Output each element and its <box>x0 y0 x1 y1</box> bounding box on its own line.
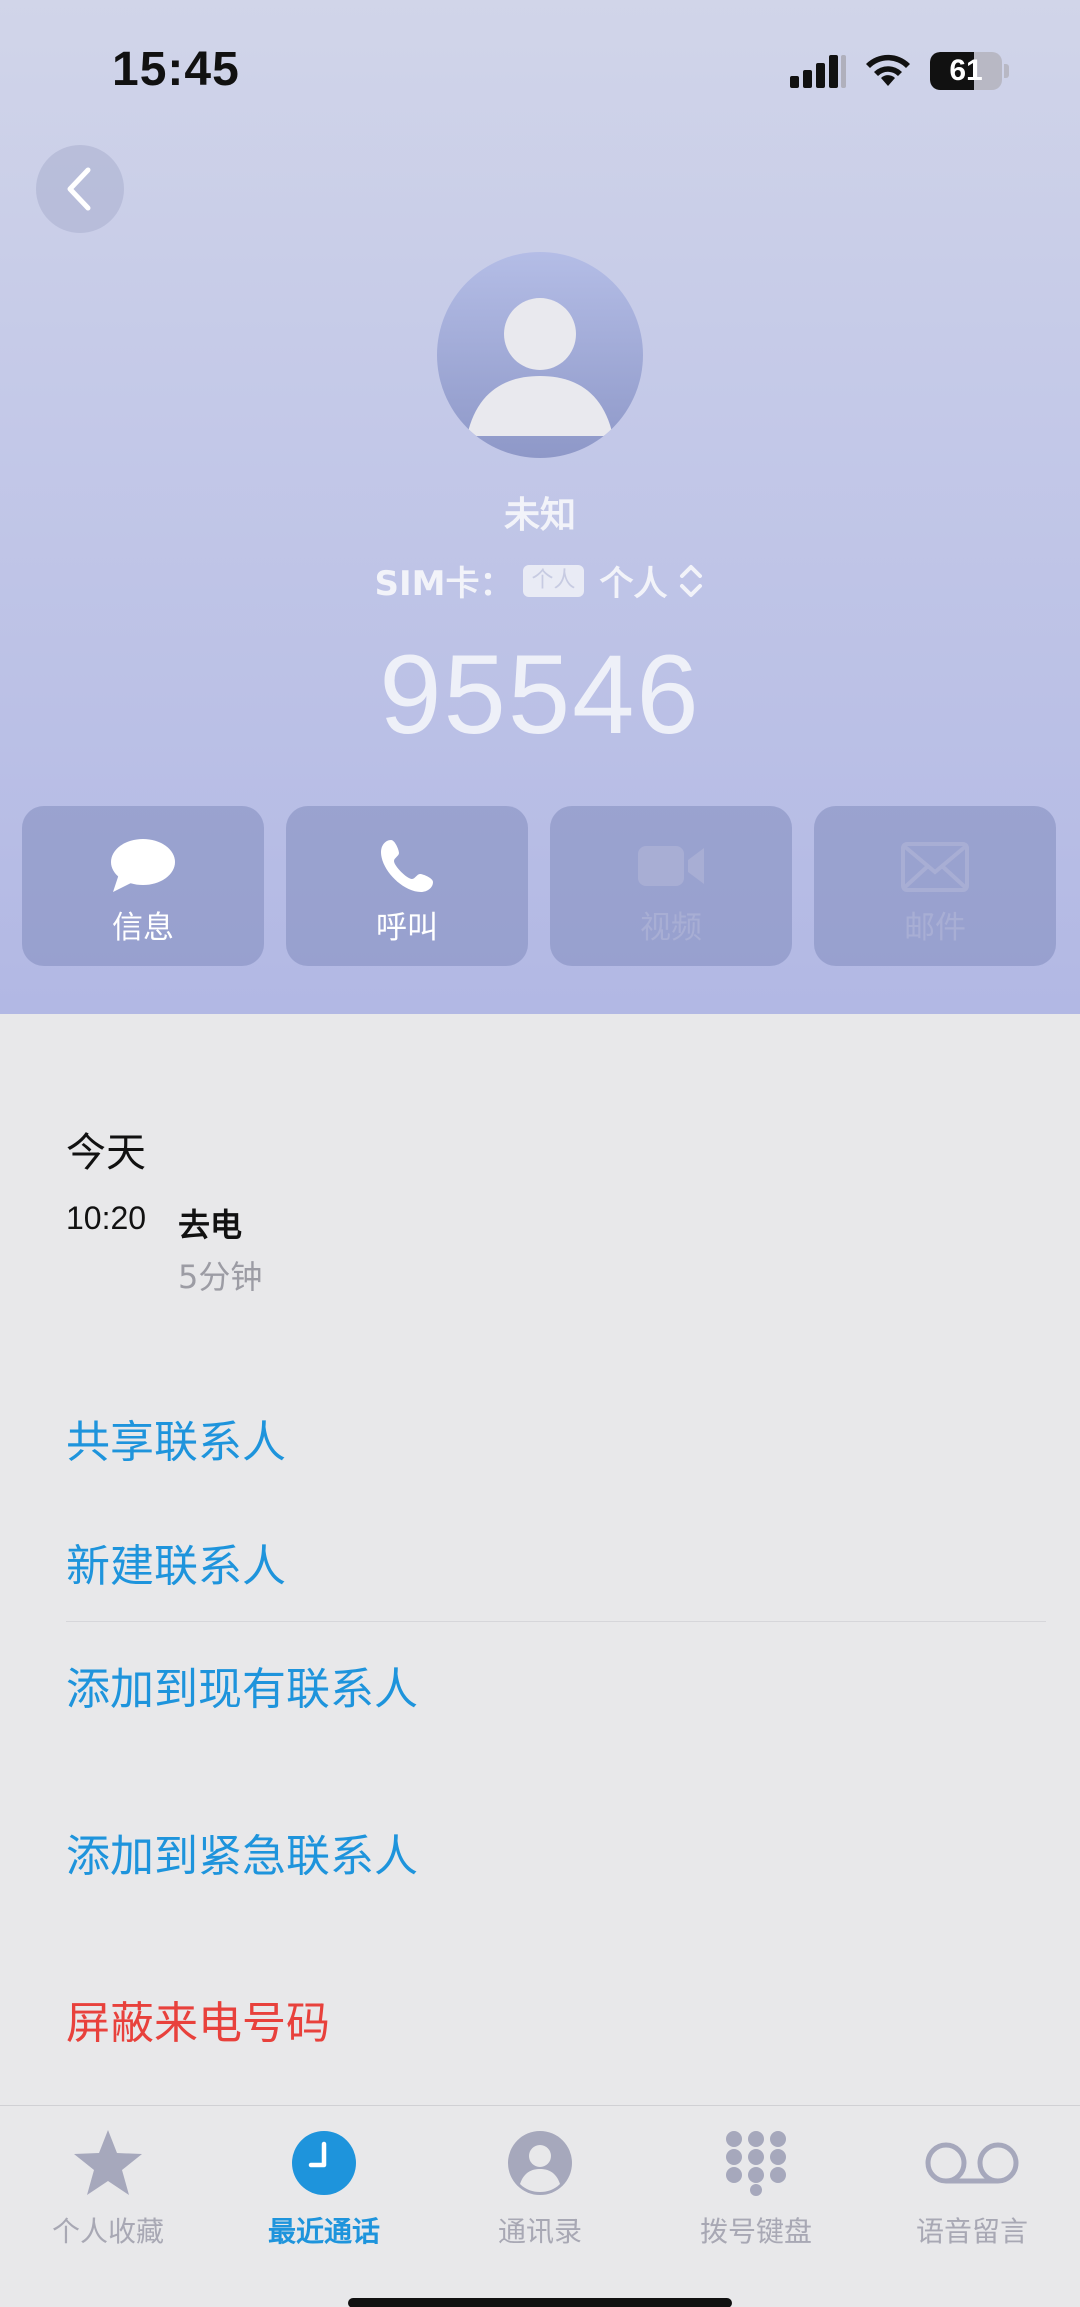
message-icon <box>111 839 175 892</box>
tab-keypad-label: 拨号键盘 <box>699 2215 812 2248</box>
share-contact-link[interactable]: 共享联系人 <box>66 1406 286 1470</box>
mail-icon <box>901 842 969 892</box>
contacts-icon <box>508 2131 572 2195</box>
phone-number: 95546 <box>379 632 701 757</box>
voicemail-icon <box>925 2142 1019 2184</box>
wifi-icon <box>866 54 910 86</box>
chevron-left-icon <box>67 167 91 211</box>
history-time: 10:20 <box>66 1200 147 1236</box>
divider <box>66 1621 1046 1622</box>
battery-level: 61 <box>949 54 983 87</box>
tab-keypad[interactable]: 拨号键盘 <box>648 2126 864 2256</box>
mail-button[interactable]: 邮件 <box>814 806 1056 966</box>
status-bar: 15:45 61 <box>0 0 1080 140</box>
star-icon <box>74 2130 142 2195</box>
message-button[interactable]: 信息 <box>22 806 264 966</box>
chevron-up-down-icon <box>679 564 702 597</box>
clock-icon <box>292 2131 356 2195</box>
call-button[interactable]: 呼叫 <box>286 806 528 966</box>
video-button[interactable]: 视频 <box>550 806 792 966</box>
video-label: 视频 <box>640 910 702 946</box>
avatar <box>437 252 643 458</box>
add-to-emergency-contact-link[interactable]: 添加到紧急联系人 <box>66 1820 418 1884</box>
add-to-existing-contact-link[interactable]: 添加到现有联系人 <box>66 1653 418 1717</box>
battery-icon: 61 <box>930 52 1002 90</box>
tab-favorites[interactable]: 个人收藏 <box>0 2126 216 2256</box>
person-icon <box>467 298 613 436</box>
video-icon <box>638 846 704 886</box>
contact-name: 未知 <box>503 495 576 536</box>
sim-label: SIM卡： <box>374 564 514 604</box>
contact-header: 15:45 61 未知 SIM卡： 个人 个人 95546 信息 呼叫 视频 邮… <box>0 0 1080 1014</box>
tab-contacts[interactable]: 通讯录 <box>432 2126 648 2256</box>
sim-selector[interactable]: SIM卡： 个人 个人 <box>0 556 1080 605</box>
message-label: 信息 <box>112 910 174 946</box>
home-indicator[interactable] <box>348 2298 732 2307</box>
call-label: 呼叫 <box>376 910 438 946</box>
new-contact-link[interactable]: 新建联系人 <box>66 1530 286 1594</box>
back-button[interactable] <box>36 145 124 233</box>
mail-label: 邮件 <box>904 910 966 946</box>
tab-recents[interactable]: 最近通话 <box>216 2126 432 2256</box>
action-buttons: 信息 呼叫 视频 邮件 <box>22 806 1058 966</box>
sim-badge: 个人 <box>523 564 584 597</box>
tab-voicemail[interactable]: 语音留言 <box>864 2126 1080 2256</box>
battery-tip <box>1004 64 1009 78</box>
history-call-type: 去电 <box>178 1206 243 1244</box>
tab-recents-label: 最近通话 <box>267 2215 380 2248</box>
cellular-signal-icon <box>790 55 846 88</box>
history-duration: 5分钟 <box>178 1258 263 1296</box>
phone-icon <box>381 840 433 892</box>
sim-value: 个人 <box>599 564 668 604</box>
block-caller-link[interactable]: 屏蔽来电号码 <box>66 1987 330 2051</box>
tab-favorites-label: 个人收藏 <box>51 2215 164 2248</box>
status-time: 15:45 <box>112 43 240 96</box>
tab-contacts-label: 通讯录 <box>497 2215 582 2248</box>
tab-voicemail-label: 语音留言 <box>915 2215 1028 2248</box>
history-date: 今天 <box>66 1130 146 1176</box>
tab-bar: 个人收藏 最近通话 通讯录 拨号键盘 语音留言 <box>0 2105 1080 2307</box>
keypad-icon <box>726 2131 786 2196</box>
